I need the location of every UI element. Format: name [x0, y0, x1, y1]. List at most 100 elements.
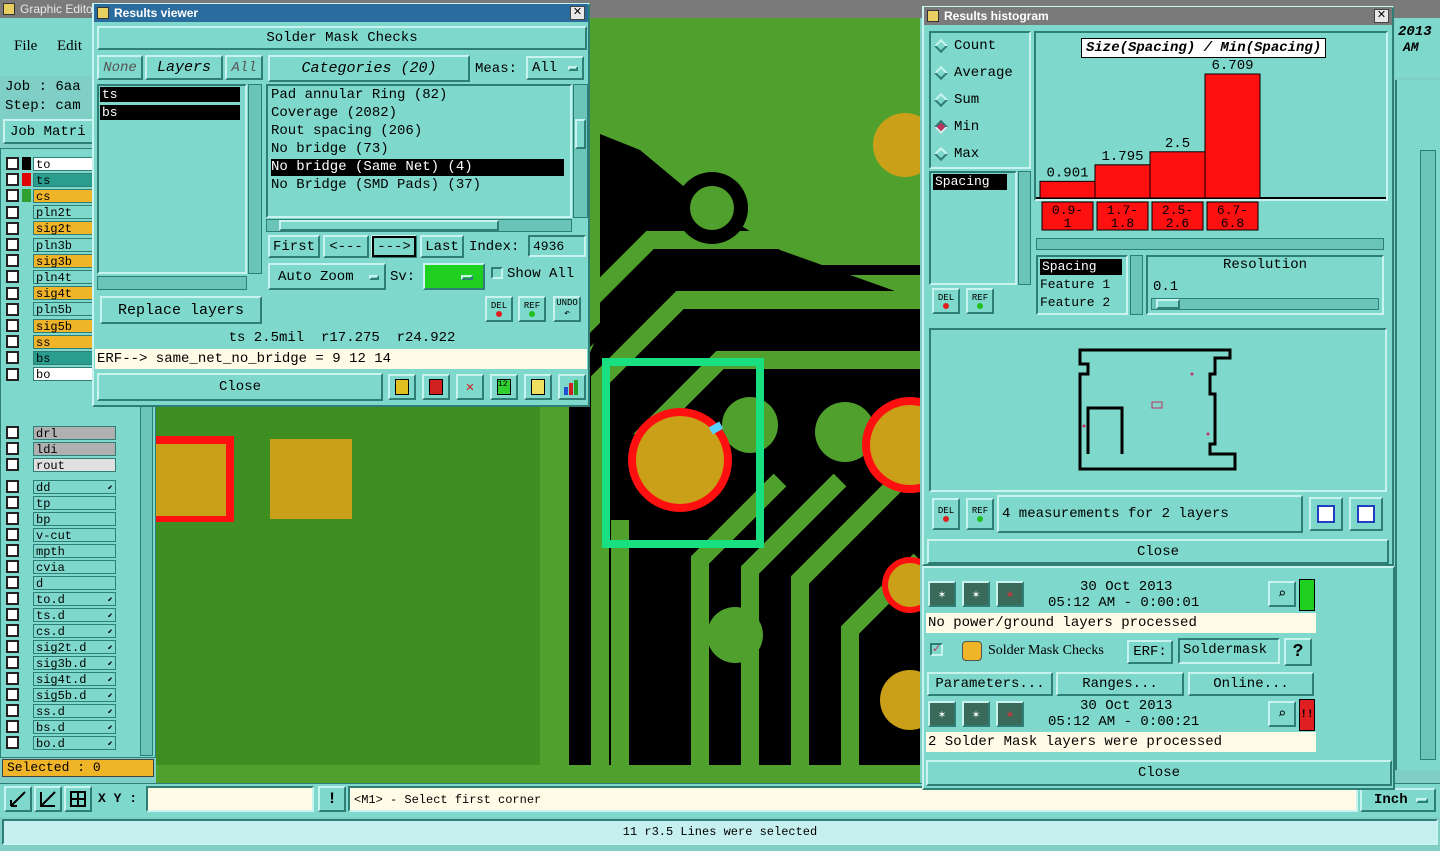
layer-checkbox[interactable]: [6, 173, 19, 187]
layer-checkbox[interactable]: [6, 221, 19, 235]
grid-button[interactable]: [64, 786, 92, 812]
layer-checkbox[interactable]: [6, 720, 19, 733]
measure-button[interactable]: [34, 786, 62, 812]
scroll-thumb[interactable]: [279, 220, 499, 231]
zoom-button[interactable]: ⌕: [1268, 701, 1296, 727]
parameters-button[interactable]: Parameters...: [927, 672, 1053, 696]
none-button[interactable]: None: [97, 55, 143, 80]
layer-row[interactable]: sig2t.d ⬋: [6, 639, 116, 655]
layer-name[interactable]: drl: [33, 425, 116, 441]
import-button[interactable]: [1349, 497, 1383, 531]
layer-name[interactable]: cvia: [33, 559, 116, 575]
layer-row[interactable]: drl: [6, 425, 116, 441]
erf-value[interactable]: Soldermask: [1178, 638, 1280, 664]
layer-name[interactable]: v-cut: [33, 527, 116, 543]
categories-button[interactable]: Categories (20): [268, 55, 470, 82]
layer-row[interactable]: cvia: [6, 559, 116, 575]
layer-checkbox[interactable]: [6, 608, 19, 621]
layer-checkbox[interactable]: [6, 512, 19, 525]
layer-row[interactable]: bo.d ⬋: [6, 735, 116, 751]
category-item[interactable]: No bridge (Same Net) (4): [271, 159, 564, 176]
resolution-slider[interactable]: [1151, 298, 1379, 310]
layer-name[interactable]: ldi: [33, 441, 116, 457]
layer-row[interactable]: mpth: [6, 543, 116, 559]
first-button[interactable]: First: [268, 235, 320, 258]
right-strip-scrollbar[interactable]: [1420, 150, 1436, 760]
layer-checkbox[interactable]: [6, 528, 19, 541]
layer-checkbox[interactable]: [6, 656, 19, 669]
spacing-item[interactable]: Spacing: [933, 174, 1007, 190]
export-button[interactable]: [1309, 497, 1343, 531]
preview-del-button[interactable]: DEL: [932, 498, 960, 530]
layer-checkbox[interactable]: [6, 367, 19, 381]
layer-row[interactable]: ts.d ⬋: [6, 607, 116, 623]
mode-radio[interactable]: Count: [933, 38, 996, 54]
index-input[interactable]: [528, 235, 586, 257]
ranges-button[interactable]: Ranges...: [1056, 672, 1184, 696]
mode-radio[interactable]: Sum: [933, 92, 979, 108]
layer-row[interactable]: dd ⬋: [6, 479, 116, 495]
preview-ref-button[interactable]: REF: [966, 498, 994, 530]
layer-name[interactable]: bs.d ⬋: [33, 719, 116, 735]
layer-name[interactable]: ss.d ⬋: [33, 703, 116, 719]
layer-name[interactable]: to.d ⬋: [33, 591, 116, 607]
run-icon-3[interactable]: ✶: [996, 581, 1024, 607]
layer-name[interactable]: sig2t.d ⬋: [33, 639, 116, 655]
rv-layer-hscroll[interactable]: [97, 276, 247, 290]
layer-row[interactable]: rout: [6, 457, 116, 473]
layer-checkbox[interactable]: [6, 189, 19, 203]
histogram-button[interactable]: [558, 374, 586, 400]
hist-hscroll[interactable]: [1036, 238, 1384, 250]
category-item[interactable]: Rout spacing (206): [271, 123, 564, 140]
layer-name[interactable]: sig3b.d ⬋: [33, 655, 116, 671]
job-matrix-button[interactable]: Job Matri: [3, 119, 95, 144]
feature-item[interactable]: Feature 1: [1040, 277, 1110, 292]
next-button[interactable]: --->: [371, 235, 417, 258]
layers-button[interactable]: Layers: [145, 55, 223, 80]
category-item[interactable]: Coverage (2082): [271, 105, 564, 122]
slider-thumb[interactable]: [1156, 299, 1180, 309]
zoom-fit-button[interactable]: [4, 786, 32, 812]
help-button[interactable]: ?: [1284, 638, 1312, 666]
layer-name[interactable]: bp: [33, 511, 116, 527]
layer-checkbox[interactable]: [6, 254, 19, 268]
hist-tool-3[interactable]: ✕: [456, 374, 484, 400]
layer-checkbox[interactable]: [6, 624, 19, 637]
category-item[interactable]: No Bridge (SMD Pads) (37): [271, 177, 564, 194]
layer-checkbox[interactable]: [6, 672, 19, 685]
hist-tool-4[interactable]: 12: [490, 374, 518, 400]
run-icon-4[interactable]: ✶: [928, 701, 956, 727]
auto-zoom-select[interactable]: Auto Zoom: [268, 263, 386, 290]
layer-name[interactable]: sig4t.d ⬋: [33, 671, 116, 687]
checks-close-button[interactable]: Close: [926, 760, 1392, 786]
show-all-checkbox[interactable]: [491, 267, 503, 279]
run-icon-2[interactable]: ✶: [962, 581, 990, 607]
menu-file[interactable]: File: [14, 38, 37, 55]
layer-row[interactable]: bp: [6, 511, 116, 527]
replace-layers-button[interactable]: Replace layers: [100, 296, 262, 324]
layer-checkbox[interactable]: [6, 480, 19, 493]
run-icon-5[interactable]: ✶: [962, 701, 990, 727]
layer-row[interactable]: ss.d ⬋: [6, 703, 116, 719]
mode-radio[interactable]: Min: [933, 119, 979, 135]
layer-checkbox[interactable]: [6, 576, 19, 589]
online-button[interactable]: Online...: [1188, 672, 1314, 696]
xy-input[interactable]: [146, 786, 314, 812]
mode-radio[interactable]: Max: [933, 146, 979, 162]
layer-name[interactable]: rout: [33, 457, 116, 473]
layer-checkbox[interactable]: [6, 238, 19, 251]
del-button[interactable]: DEL: [485, 296, 513, 322]
prev-button[interactable]: <---: [323, 235, 369, 258]
hist-del-button[interactable]: DEL: [932, 288, 960, 314]
all-button[interactable]: All: [225, 55, 263, 80]
feature-item[interactable]: Feature 2: [1040, 295, 1110, 310]
scroll-thumb[interactable]: [575, 119, 586, 149]
units-select[interactable]: Inch: [1360, 788, 1436, 812]
zoom-button[interactable]: ⌕: [1268, 581, 1296, 607]
layer-checkbox[interactable]: [6, 319, 19, 332]
feature-scroll[interactable]: [1130, 255, 1143, 315]
layer-name[interactable]: sig5b.d ⬋: [33, 687, 116, 703]
layer-checkbox[interactable]: [6, 544, 19, 557]
layer-row[interactable]: cs.d ⬋: [6, 623, 116, 639]
category-item[interactable]: No bridge (73): [271, 141, 564, 158]
